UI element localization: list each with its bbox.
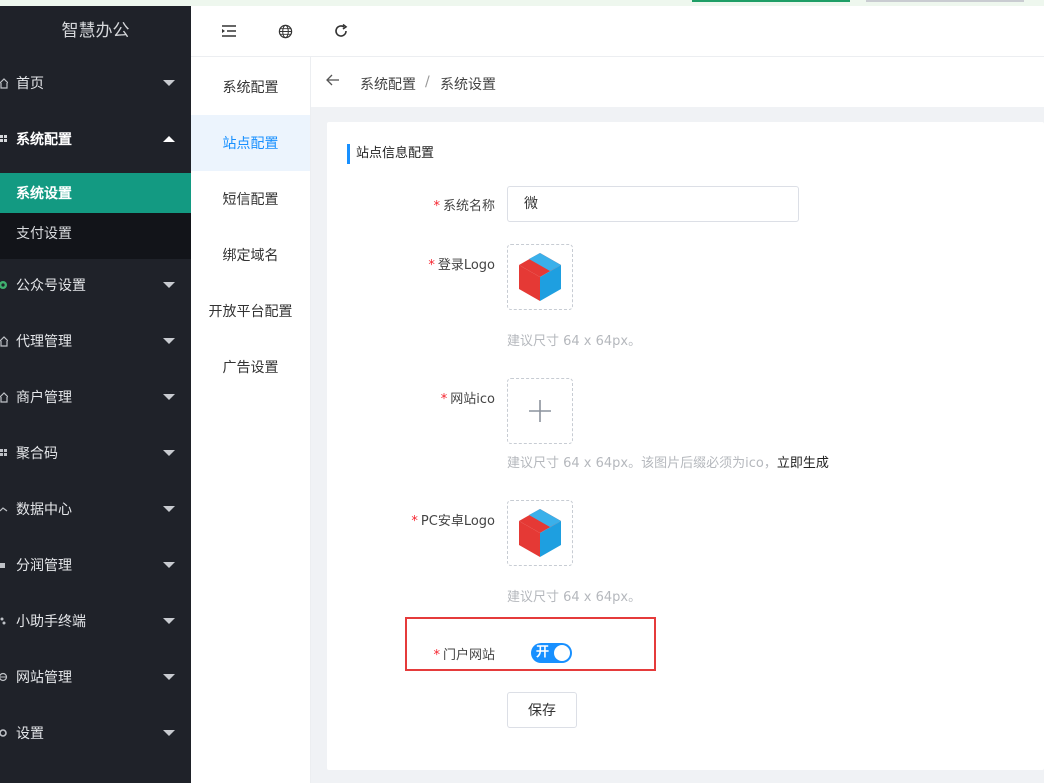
chevron-down-icon bbox=[163, 338, 175, 344]
top-header bbox=[191, 6, 1044, 57]
tab-site-config[interactable]: 站点配置 bbox=[191, 115, 310, 171]
gear-icon bbox=[0, 713, 14, 753]
chevron-down-icon bbox=[163, 674, 175, 680]
pc-logo-label: * PC安卓Logo bbox=[411, 514, 495, 529]
sidebar-item-label: 数据中心 bbox=[16, 502, 72, 518]
sidebar-item-label: 小助手终端 bbox=[16, 614, 86, 630]
sidebar-item-profit[interactable]: 分润管理 bbox=[0, 545, 191, 585]
sidebar-item-wechat[interactable]: 公众号设置 bbox=[0, 265, 191, 305]
switch-knob bbox=[554, 645, 570, 661]
globe-icon[interactable] bbox=[274, 20, 296, 42]
home-icon bbox=[0, 321, 14, 361]
login-logo-hint: 建议尺寸 64 x 64px。 bbox=[507, 334, 642, 349]
sidebar-item-label: 分润管理 bbox=[16, 558, 72, 574]
tab-open-platform[interactable]: 开放平台配置 bbox=[191, 283, 310, 339]
chevron-up-icon bbox=[163, 136, 175, 142]
sidebar-item-website[interactable]: 网站管理 bbox=[0, 657, 191, 697]
square-icon bbox=[0, 545, 14, 585]
tab-sms-config[interactable]: 短信配置 bbox=[191, 171, 310, 227]
plus-icon bbox=[529, 400, 551, 422]
sidebar-subitem-system-settings[interactable]: 系统设置 bbox=[0, 173, 191, 213]
cube-logo-icon bbox=[519, 509, 561, 557]
sidebar-item-home[interactable]: 首页 bbox=[0, 63, 191, 103]
login-logo-label: * 登录Logo bbox=[428, 258, 495, 273]
sidebar-subitem-payment-settings[interactable]: 支付设置 bbox=[0, 213, 191, 253]
menu-fold-icon[interactable] bbox=[218, 20, 240, 42]
brand-title: 智慧办公 bbox=[61, 21, 130, 41]
login-logo-upload[interactable] bbox=[507, 244, 573, 310]
sidebar-item-label: 商户管理 bbox=[16, 390, 72, 406]
required-mark: * bbox=[428, 258, 435, 273]
chevron-down-icon bbox=[163, 506, 175, 512]
robot-icon bbox=[0, 601, 14, 641]
top-strip-bar bbox=[692, 0, 850, 2]
breadcrumb-item[interactable]: 系统配置 bbox=[360, 74, 416, 94]
sidebar-item-data-center[interactable]: 数据中心 bbox=[0, 489, 191, 529]
sidebar-item-label: 公众号设置 bbox=[16, 278, 86, 294]
sidebar-item-label: 设置 bbox=[16, 726, 44, 742]
breadcrumb-separator: / bbox=[425, 74, 430, 90]
sidebar: 智慧办公 首页 系统配置 系统设置 支付设置 公众号设置 代理管理 商户管理 聚… bbox=[0, 6, 191, 783]
top-strip-bar bbox=[866, 0, 1024, 2]
sidebar-item-assistant[interactable]: 小助手终端 bbox=[0, 601, 191, 641]
chevron-down-icon bbox=[163, 282, 175, 288]
required-mark: * bbox=[433, 648, 440, 663]
sidebar-item-label: 网站管理 bbox=[16, 670, 72, 686]
sidebar-item-system-config[interactable]: 系统配置 bbox=[0, 119, 191, 159]
pc-logo-upload[interactable] bbox=[507, 500, 573, 566]
home-icon bbox=[0, 377, 14, 417]
chevron-down-icon bbox=[163, 80, 175, 86]
home-icon bbox=[0, 63, 14, 103]
sidebar-item-label: 首页 bbox=[16, 76, 44, 92]
sidebar-submenu: 系统设置 支付设置 bbox=[0, 173, 191, 259]
required-mark: * bbox=[440, 392, 448, 407]
sidebar-item-label: 聚合码 bbox=[16, 446, 58, 462]
section-title: 站点信息配置 bbox=[347, 144, 434, 164]
save-button[interactable]: 保存 bbox=[507, 692, 577, 728]
breadcrumb: 系统配置 / 系统设置 bbox=[311, 57, 1044, 107]
chevron-down-icon bbox=[163, 618, 175, 624]
chevron-down-icon bbox=[163, 394, 175, 400]
tab-bind-domain[interactable]: 绑定域名 bbox=[191, 227, 310, 283]
system-name-input[interactable]: 微 bbox=[507, 186, 799, 222]
favicon-upload[interactable] bbox=[507, 378, 573, 444]
portal-label: * 门户网站 bbox=[433, 648, 495, 663]
chevron-down-icon bbox=[163, 562, 175, 568]
tab-system-config[interactable]: 系统配置 bbox=[191, 59, 310, 115]
refresh-icon[interactable] bbox=[330, 20, 352, 42]
pc-logo-hint: 建议尺寸 64 x 64px。 bbox=[507, 590, 642, 605]
breadcrumb-current: 系统设置 bbox=[440, 77, 496, 93]
sidebar-item-settings[interactable]: 设置 bbox=[0, 713, 191, 753]
cube-logo-icon bbox=[519, 253, 561, 301]
sidebar-item-label: 系统配置 bbox=[16, 132, 72, 148]
back-arrow-icon[interactable] bbox=[326, 73, 342, 91]
chart-icon bbox=[0, 489, 14, 529]
required-mark: * bbox=[411, 514, 418, 529]
sidebar-item-agent[interactable]: 代理管理 bbox=[0, 321, 191, 361]
switch-on-text: 开 bbox=[536, 645, 550, 660]
config-tabs: 系统配置 站点配置 短信配置 绑定域名 开放平台配置 广告设置 bbox=[191, 57, 311, 783]
globe-icon bbox=[0, 657, 14, 697]
sidebar-item-label: 代理管理 bbox=[16, 334, 72, 350]
grid-icon bbox=[0, 119, 14, 159]
favicon-label: * 网站ico bbox=[440, 392, 495, 407]
grid-icon bbox=[0, 433, 14, 473]
favicon-hint: 建议尺寸 64 x 64px。该图片后缀必须为ico，立即生成 bbox=[507, 456, 829, 471]
tab-ad-settings[interactable]: 广告设置 bbox=[191, 339, 310, 395]
sidebar-item-qrcode[interactable]: 聚合码 bbox=[0, 433, 191, 473]
system-name-label: * 系统名称 bbox=[433, 199, 495, 214]
sidebar-item-merchant[interactable]: 商户管理 bbox=[0, 377, 191, 417]
required-mark: * bbox=[433, 199, 440, 214]
generate-ico-link[interactable]: 立即生成 bbox=[777, 456, 829, 471]
portal-switch[interactable]: 开 bbox=[531, 643, 572, 663]
chevron-down-icon bbox=[163, 450, 175, 456]
site-config-card: 站点信息配置 * 系统名称 微 * 登录Logo 建议尺寸 64 x 64px。 *… bbox=[327, 122, 1044, 770]
chevron-down-icon bbox=[163, 730, 175, 736]
wechat-icon bbox=[0, 265, 14, 305]
